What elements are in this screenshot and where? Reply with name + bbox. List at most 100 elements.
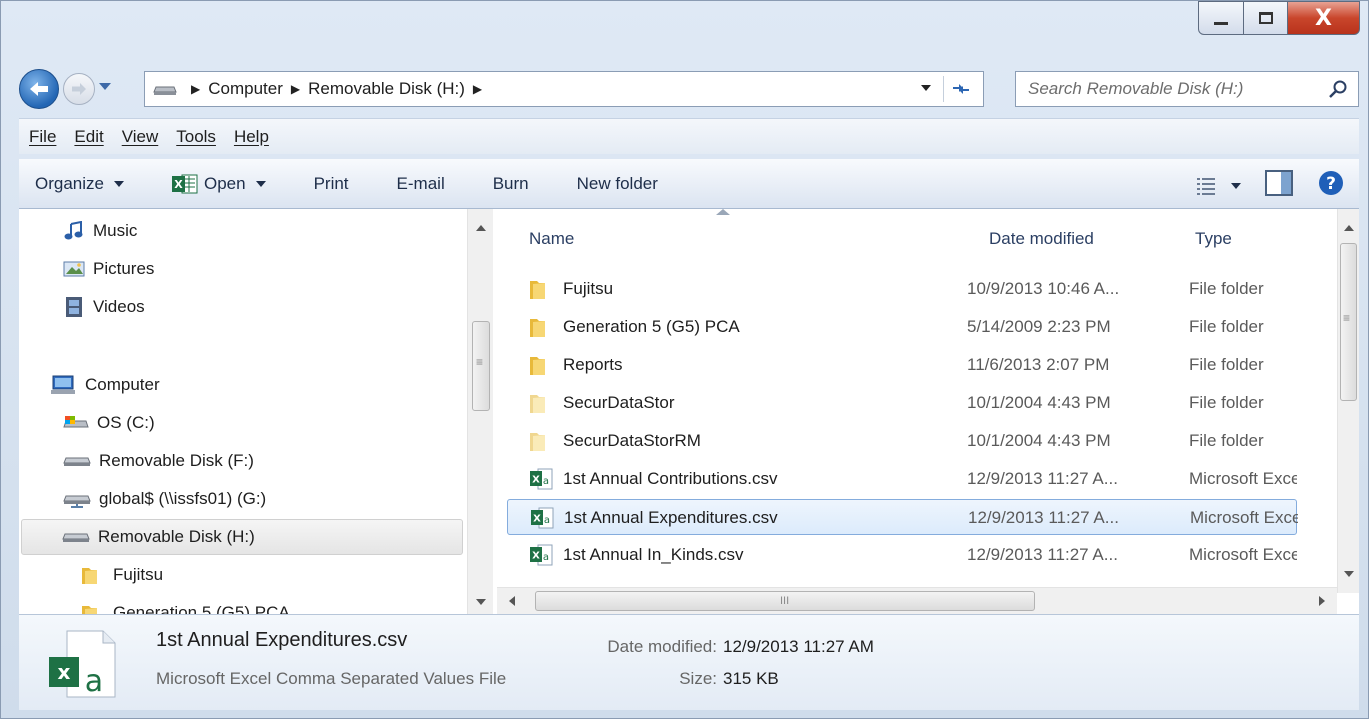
menu-view[interactable]: View xyxy=(122,127,159,147)
file-row[interactable]: Fujitsu 10/9/2013 10:46 A... File folder xyxy=(507,271,1297,307)
menu-tools[interactable]: Tools xyxy=(176,127,216,147)
forward-button[interactable] xyxy=(63,73,95,105)
address-bar[interactable]: ▶ Computer ▶ Removable Disk (H:) ▶ xyxy=(144,71,984,107)
scrollbar-thumb[interactable]: ≡ xyxy=(472,321,490,411)
help-button[interactable]: ? xyxy=(1317,169,1345,202)
open-button[interactable]: X Open xyxy=(171,173,266,195)
breadcrumb-computer[interactable]: Computer xyxy=(208,79,283,99)
file-row[interactable]: Generation 5 (G5) PCA 5/14/2009 2:23 PM … xyxy=(507,309,1297,345)
file-type: Microsoft Excel Comma Separated Values F… xyxy=(1189,545,1297,564)
content-area: Music Pictures Videos Computer OS (C:) R… xyxy=(19,209,1359,614)
nav-item-computer[interactable]: Computer xyxy=(49,367,160,403)
search-box[interactable] xyxy=(1015,71,1359,107)
burn-button[interactable]: Burn xyxy=(493,174,529,194)
file-list-vertical-scrollbar[interactable]: ≡ xyxy=(1337,209,1359,593)
scroll-up-icon[interactable] xyxy=(476,225,486,231)
computer-icon xyxy=(49,375,77,395)
explorer-window: X ▶ Computer ▶ Removable Disk (H:) ▶ Sea… xyxy=(0,0,1369,719)
folder-icon xyxy=(529,278,553,300)
file-row-selected[interactable]: a X 1st Annual Expenditures.csv 12/9/2013 … xyxy=(507,499,1298,535)
file-name: SecurDataStor xyxy=(563,393,675,412)
menu-bar: File Edit View Tools Help xyxy=(19,118,1359,154)
scroll-up-icon[interactable] xyxy=(1344,225,1354,231)
file-row[interactable]: SecurDataStorRM 10/1/2004 4:43 PM File f… xyxy=(507,423,1297,459)
recent-pages-dropdown[interactable] xyxy=(99,83,111,90)
change-view-button[interactable] xyxy=(1195,176,1241,196)
videos-icon xyxy=(63,296,85,318)
nav-item-global-g[interactable]: global$ (\\issfs01) (G:) xyxy=(63,481,266,517)
nav-item-videos[interactable]: Videos xyxy=(63,289,145,325)
scroll-down-icon[interactable] xyxy=(476,599,486,605)
nav-item-label: OS (C:) xyxy=(97,413,155,432)
scroll-down-icon[interactable] xyxy=(1344,571,1354,577)
toolbar-right: ? xyxy=(1171,169,1345,202)
svg-text:X: X xyxy=(174,178,183,191)
file-row[interactable]: a X 1st Annual Contributions.csv 12/9/2013… xyxy=(507,461,1297,497)
nav-item-pictures[interactable]: Pictures xyxy=(63,251,154,287)
maximize-button[interactable] xyxy=(1244,1,1288,35)
column-header-type[interactable]: Type xyxy=(1195,219,1232,259)
breadcrumb-separator[interactable]: ▶ xyxy=(473,82,482,96)
nav-item-label: Music xyxy=(93,221,138,240)
column-header-name[interactable]: Name xyxy=(529,219,574,259)
file-row[interactable]: a X 1st Annual In_Kinds.csv 12/9/2013 11:2… xyxy=(507,537,1297,573)
nav-item-removable-disk-f[interactable]: Removable Disk (F:) xyxy=(63,443,254,479)
preview-pane-button[interactable] xyxy=(1265,170,1293,201)
file-type: File folder xyxy=(1189,279,1264,298)
file-date: 5/14/2009 2:23 PM xyxy=(967,317,1111,336)
forward-arrow-icon xyxy=(72,83,86,95)
file-type: Microsoft Excel Comma Separated Values F… xyxy=(1189,469,1297,488)
search-icon[interactable] xyxy=(1328,79,1348,99)
file-type: Microsoft Excel Comma Separated Values F… xyxy=(1190,508,1298,527)
file-list: Name Date modified Type Fujitsu 10/9/201… xyxy=(497,209,1359,614)
file-row[interactable]: SecurDataStor 10/1/2004 4:43 PM File fol… xyxy=(507,385,1297,421)
address-history-dropdown[interactable] xyxy=(921,85,931,91)
file-row-partial[interactable] xyxy=(507,575,1297,587)
scrollbar-thumb[interactable]: III xyxy=(535,591,1035,611)
file-type: File folder xyxy=(1189,393,1264,412)
breadcrumb-separator[interactable]: ▶ xyxy=(291,82,300,96)
scroll-left-icon[interactable] xyxy=(509,596,515,606)
nav-item-label: Generation 5 (G5) PCA xyxy=(113,603,290,614)
search-input[interactable] xyxy=(1028,79,1318,99)
nav-item-removable-disk-h[interactable]: Removable Disk (H:) xyxy=(21,519,463,555)
refresh-button[interactable] xyxy=(943,76,977,102)
nav-item-fujitsu[interactable]: Fujitsu xyxy=(81,557,163,593)
back-button[interactable] xyxy=(19,69,59,109)
file-name: 1st Annual Expenditures.csv xyxy=(564,508,778,527)
menu-file[interactable]: File xyxy=(29,127,56,147)
close-icon: X xyxy=(1315,5,1332,31)
file-name: 1st Annual In_Kinds.csv xyxy=(563,545,744,564)
minimize-button[interactable] xyxy=(1198,1,1244,35)
email-button[interactable]: E-mail xyxy=(397,174,445,194)
pictures-icon xyxy=(63,260,85,278)
nav-item-os-c[interactable]: OS (C:) xyxy=(63,405,155,441)
file-list-horizontal-scrollbar[interactable]: III xyxy=(497,587,1337,614)
scroll-right-icon[interactable] xyxy=(1319,596,1325,606)
close-button[interactable]: X xyxy=(1288,1,1360,35)
scrollbar-thumb[interactable]: ≡ xyxy=(1340,243,1357,401)
menu-edit[interactable]: Edit xyxy=(74,127,103,147)
nav-item-generation-5[interactable]: Generation 5 (G5) PCA xyxy=(81,595,290,614)
svg-text:a: a xyxy=(543,552,549,563)
navigation-pane-scrollbar[interactable]: ≡ xyxy=(467,209,493,614)
breadcrumb-removable-disk-h[interactable]: Removable Disk (H:) xyxy=(308,79,465,99)
minimize-icon xyxy=(1214,21,1228,25)
file-date: 12/9/2013 11:27 A... xyxy=(968,508,1119,527)
svg-text:X: X xyxy=(533,514,541,525)
svg-text:x: x xyxy=(58,660,71,684)
file-date: 10/1/2004 4:43 PM xyxy=(967,431,1111,450)
nav-item-music[interactable]: Music xyxy=(63,213,137,249)
breadcrumb-separator[interactable]: ▶ xyxy=(191,82,200,96)
organize-button[interactable]: Organize xyxy=(35,174,124,194)
chevron-down-icon xyxy=(113,180,124,187)
file-type: File folder xyxy=(1189,431,1264,450)
print-button[interactable]: Print xyxy=(314,174,349,194)
excel-csv-icon: aX xyxy=(529,467,553,491)
menu-help[interactable]: Help xyxy=(234,127,269,147)
excel-csv-icon: aX xyxy=(529,543,553,567)
file-name: Fujitsu xyxy=(563,279,614,298)
column-header-date-modified[interactable]: Date modified xyxy=(989,219,1094,259)
new-folder-button[interactable]: New folder xyxy=(577,174,658,194)
file-row[interactable]: Reports 11/6/2013 2:07 PM File folder xyxy=(507,347,1297,383)
